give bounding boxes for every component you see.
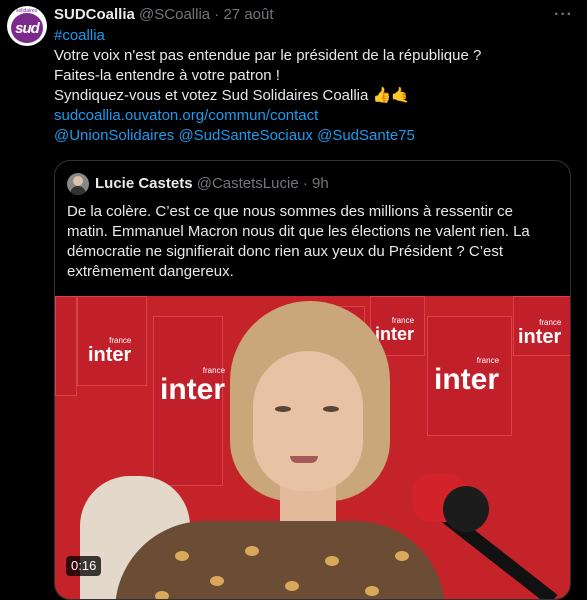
- person-face: [253, 351, 363, 491]
- studio-panel: franceinter: [513, 296, 570, 356]
- quote-line: De la colère. C’est ce que nous sommes d…: [67, 203, 514, 220]
- france-inter-logo: franceinter: [434, 356, 500, 396]
- separator: ·: [214, 6, 220, 23]
- microphone-head: [443, 486, 489, 532]
- person-eye: [323, 406, 339, 412]
- more-horizontal-icon[interactable]: ···: [554, 6, 573, 24]
- studio-panel: franceinter: [427, 316, 512, 436]
- france-inter-logo: franceinter: [88, 336, 132, 366]
- person-eye: [275, 406, 291, 412]
- handle[interactable]: @SCoallia: [139, 6, 210, 23]
- france-inter-logo: franceinter: [518, 318, 562, 348]
- quote-line: extrêmement dangereux.: [67, 263, 234, 280]
- avatar[interactable]: solidaires sud: [7, 6, 47, 46]
- person-mouth: [290, 456, 318, 463]
- studio-panel: franceinter: [77, 296, 147, 386]
- quote-separator: ·: [302, 175, 308, 192]
- tweet-line: Votre voix n'est pas entendue par le pré…: [54, 47, 482, 64]
- france-inter-logo: franceinter: [160, 366, 226, 406]
- video-duration: 0:16: [66, 556, 102, 576]
- tweet-line: Faites-la entendre à votre patron !: [54, 67, 280, 84]
- video-player[interactable]: france inter france inter france inter fran…: [55, 296, 570, 599]
- france-inter-logo: franceinter: [375, 316, 415, 344]
- quote-timestamp[interactable]: 9h: [312, 174, 329, 194]
- quote-line: démocratie ne signifierait donc rien aux…: [67, 243, 504, 260]
- quote-line: matin. Emmanuel Macron nous dit que les …: [67, 223, 530, 240]
- tweet-text: #coallia Votre voix n'est pas entendue p…: [54, 26, 574, 146]
- tweet-line: Syndiquez-vous et votez Sud Solidaires C…: [54, 87, 410, 104]
- quote-display-name[interactable]: Lucie Castets: [95, 174, 193, 194]
- quote-text: De la colère. C’est ce que nous sommes d…: [67, 202, 562, 282]
- quote-avatar[interactable]: [67, 173, 89, 195]
- timestamp[interactable]: 27 août: [223, 6, 273, 23]
- url-link[interactable]: sudcoallia.ouvaton.org/commun/contact: [54, 106, 574, 126]
- person-shirt: [115, 521, 445, 599]
- quote-handle[interactable]: @CastetsLucie: [197, 174, 299, 194]
- hashtag-link[interactable]: #coallia: [54, 26, 574, 46]
- mentions-link[interactable]: @UnionSolidaires @SudSanteSociaux @SudSa…: [54, 126, 574, 146]
- studio-panel: franceinter: [153, 316, 226, 486]
- quoted-tweet[interactable]: Lucie Castets @CastetsLucie · 9h De la c…: [54, 160, 571, 600]
- tweet-header: SUDCoallia @SCoallia · 27 août: [54, 5, 274, 25]
- quote-header: Lucie Castets @CastetsLucie · 9h: [67, 173, 329, 195]
- studio-panel: [55, 296, 77, 396]
- tweet[interactable]: solidaires sud SUDCoallia @SCoallia · 27…: [0, 0, 587, 600]
- display-name[interactable]: SUDCoallia: [54, 6, 135, 23]
- avatar-logo-text: sud: [11, 13, 43, 43]
